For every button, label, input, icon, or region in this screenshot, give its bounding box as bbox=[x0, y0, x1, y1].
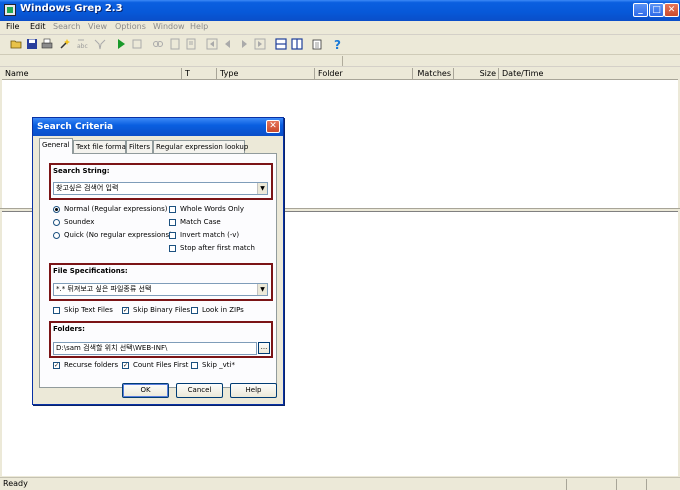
count-files-first-checkbox[interactable]: ✓ bbox=[122, 362, 129, 369]
mode-normal-label: Normal (Regular expressions) bbox=[64, 205, 168, 213]
chevron-down-icon[interactable]: ▼ bbox=[257, 284, 267, 295]
whole-words-checkbox[interactable] bbox=[169, 206, 176, 213]
tab-text-file-format[interactable]: Text file format bbox=[73, 140, 129, 153]
minimize-button[interactable]: _ bbox=[633, 3, 648, 17]
last-icon bbox=[254, 38, 266, 50]
chevron-down-icon[interactable]: ▼ bbox=[257, 183, 267, 194]
column-type[interactable]: Type bbox=[217, 68, 315, 80]
look-in-zips-checkbox[interactable] bbox=[191, 307, 198, 314]
svg-text:abc: abc bbox=[77, 43, 88, 50]
skip-binary-files-checkbox[interactable]: ✓ bbox=[122, 307, 129, 314]
menu-view[interactable]: View bbox=[88, 22, 107, 31]
status-panel bbox=[566, 479, 616, 490]
status-panel bbox=[646, 479, 676, 490]
search-criteria-dialog: Search Criteria ✕ General Text file form… bbox=[32, 117, 284, 405]
regex-icon: abc bbox=[77, 39, 88, 50]
tab-filters[interactable]: Filters bbox=[126, 140, 153, 153]
stop-first-match-checkbox[interactable] bbox=[169, 245, 176, 252]
file-spec-input[interactable]: *.* 뒤져보고 싶은 파일종류 선택 ▼ bbox=[53, 283, 268, 296]
svg-text:?: ? bbox=[334, 38, 341, 50]
ok-button[interactable]: OK bbox=[122, 383, 169, 398]
clipboard-icon[interactable] bbox=[311, 38, 323, 50]
open-folder-icon[interactable] bbox=[10, 38, 22, 50]
file-spec-label: File Specifications: bbox=[53, 267, 128, 275]
count-files-first-label: Count Files First bbox=[133, 361, 189, 369]
menu-bar: File Edit Search View Options Window Hel… bbox=[0, 21, 680, 35]
folders-label: Folders: bbox=[53, 325, 85, 333]
look-in-zips-label: Look in ZIPs bbox=[202, 306, 244, 314]
folders-input[interactable]: D:\sam 검색할 위치 선택\WEB-INF\ bbox=[53, 342, 257, 355]
window-title: Windows Grep 2.3 bbox=[20, 3, 123, 14]
stop-icon bbox=[132, 39, 142, 49]
dialog-title[interactable]: Search Criteria bbox=[33, 118, 283, 136]
column-name[interactable]: Name bbox=[2, 68, 182, 80]
general-tab-page: Search String: 찾고싶은 검색어 입력 ▼ Normal (Reg… bbox=[39, 153, 277, 388]
filter-icon bbox=[94, 39, 106, 50]
match-case-label: Match Case bbox=[180, 218, 221, 226]
column-folder[interactable]: Folder bbox=[315, 68, 413, 80]
horizontal-split-icon[interactable] bbox=[275, 38, 287, 50]
invert-match-checkbox[interactable] bbox=[169, 232, 176, 239]
invert-match-label: Invert match (-v) bbox=[180, 231, 240, 239]
results-list-header: Name T Type Folder Matches Size Date/Tim… bbox=[2, 68, 678, 80]
help-button[interactable]: Help bbox=[230, 383, 277, 398]
search-string-label: Search String: bbox=[53, 167, 110, 175]
dialog-close-button[interactable]: ✕ bbox=[266, 120, 280, 133]
cancel-button[interactable]: Cancel bbox=[176, 383, 223, 398]
toolbar: abc ? bbox=[0, 35, 680, 55]
save-icon[interactable] bbox=[26, 38, 38, 50]
menu-window[interactable]: Window bbox=[153, 22, 185, 31]
mode-soundex-label: Soundex bbox=[64, 218, 95, 226]
mode-soundex-radio[interactable] bbox=[53, 219, 60, 226]
run-icon[interactable] bbox=[115, 38, 127, 50]
search-wand-icon[interactable] bbox=[59, 38, 71, 50]
skip-text-files-checkbox[interactable] bbox=[53, 307, 60, 314]
search-string-value: 찾고싶은 검색어 입력 bbox=[56, 184, 119, 192]
whole-words-label: Whole Words Only bbox=[180, 205, 245, 213]
next-icon bbox=[242, 40, 247, 48]
stop-first-match-label: Stop after first match bbox=[180, 244, 255, 252]
print-icon[interactable] bbox=[41, 38, 53, 50]
column-t[interactable]: T bbox=[182, 68, 217, 80]
vertical-split-icon[interactable] bbox=[291, 38, 303, 50]
prev-icon bbox=[225, 40, 230, 48]
tab-general[interactable]: General bbox=[39, 138, 73, 154]
skip-text-files-label: Skip Text Files bbox=[64, 306, 113, 314]
maximize-button[interactable]: □ bbox=[649, 3, 664, 17]
info-strip bbox=[0, 55, 680, 67]
link-icon bbox=[153, 41, 163, 47]
mode-normal-radio[interactable] bbox=[53, 206, 60, 213]
document-copy-icon bbox=[186, 38, 196, 50]
menu-edit[interactable]: Edit bbox=[30, 22, 46, 31]
skip-binary-files-label: Skip Binary Files bbox=[133, 306, 191, 314]
browse-folders-button[interactable]: ... bbox=[258, 342, 270, 354]
close-button[interactable]: ✕ bbox=[664, 3, 679, 17]
status-panel bbox=[616, 479, 646, 490]
folders-value: D:\sam 검색할 위치 선택\WEB-INF\ bbox=[56, 344, 168, 352]
file-spec-value: *.* 뒤져보고 싶은 파일종류 선택 bbox=[56, 285, 152, 293]
document-icon bbox=[170, 38, 180, 50]
recurse-folders-checkbox[interactable]: ✓ bbox=[53, 362, 60, 369]
status-text: Ready bbox=[3, 479, 28, 488]
app-icon bbox=[4, 4, 16, 16]
menu-options[interactable]: Options bbox=[115, 22, 146, 31]
mode-quick-label: Quick (No regular expressions) bbox=[64, 231, 172, 239]
menu-search[interactable]: Search bbox=[53, 22, 80, 31]
mode-quick-radio[interactable] bbox=[53, 232, 60, 239]
column-date-time[interactable]: Date/Time bbox=[499, 68, 678, 80]
title-bar[interactable]: Windows Grep 2.3 _ □ ✕ bbox=[0, 0, 680, 21]
recurse-folders-label: Recurse folders bbox=[64, 361, 119, 369]
menu-help[interactable]: Help bbox=[190, 22, 208, 31]
status-bar: Ready bbox=[0, 477, 680, 490]
search-string-input[interactable]: 찾고싶은 검색어 입력 ▼ bbox=[53, 182, 268, 195]
column-matches[interactable]: Matches bbox=[413, 68, 454, 80]
column-size[interactable]: Size bbox=[454, 68, 499, 80]
menu-file[interactable]: File bbox=[6, 22, 19, 31]
first-icon bbox=[206, 38, 218, 50]
tab-regex-lookup[interactable]: Regular expression lookup bbox=[153, 140, 248, 153]
help-icon[interactable]: ? bbox=[332, 38, 344, 50]
skip-vti-checkbox[interactable] bbox=[191, 362, 198, 369]
match-case-checkbox[interactable] bbox=[169, 219, 176, 226]
skip-vti-label: Skip _vti* bbox=[202, 361, 235, 369]
